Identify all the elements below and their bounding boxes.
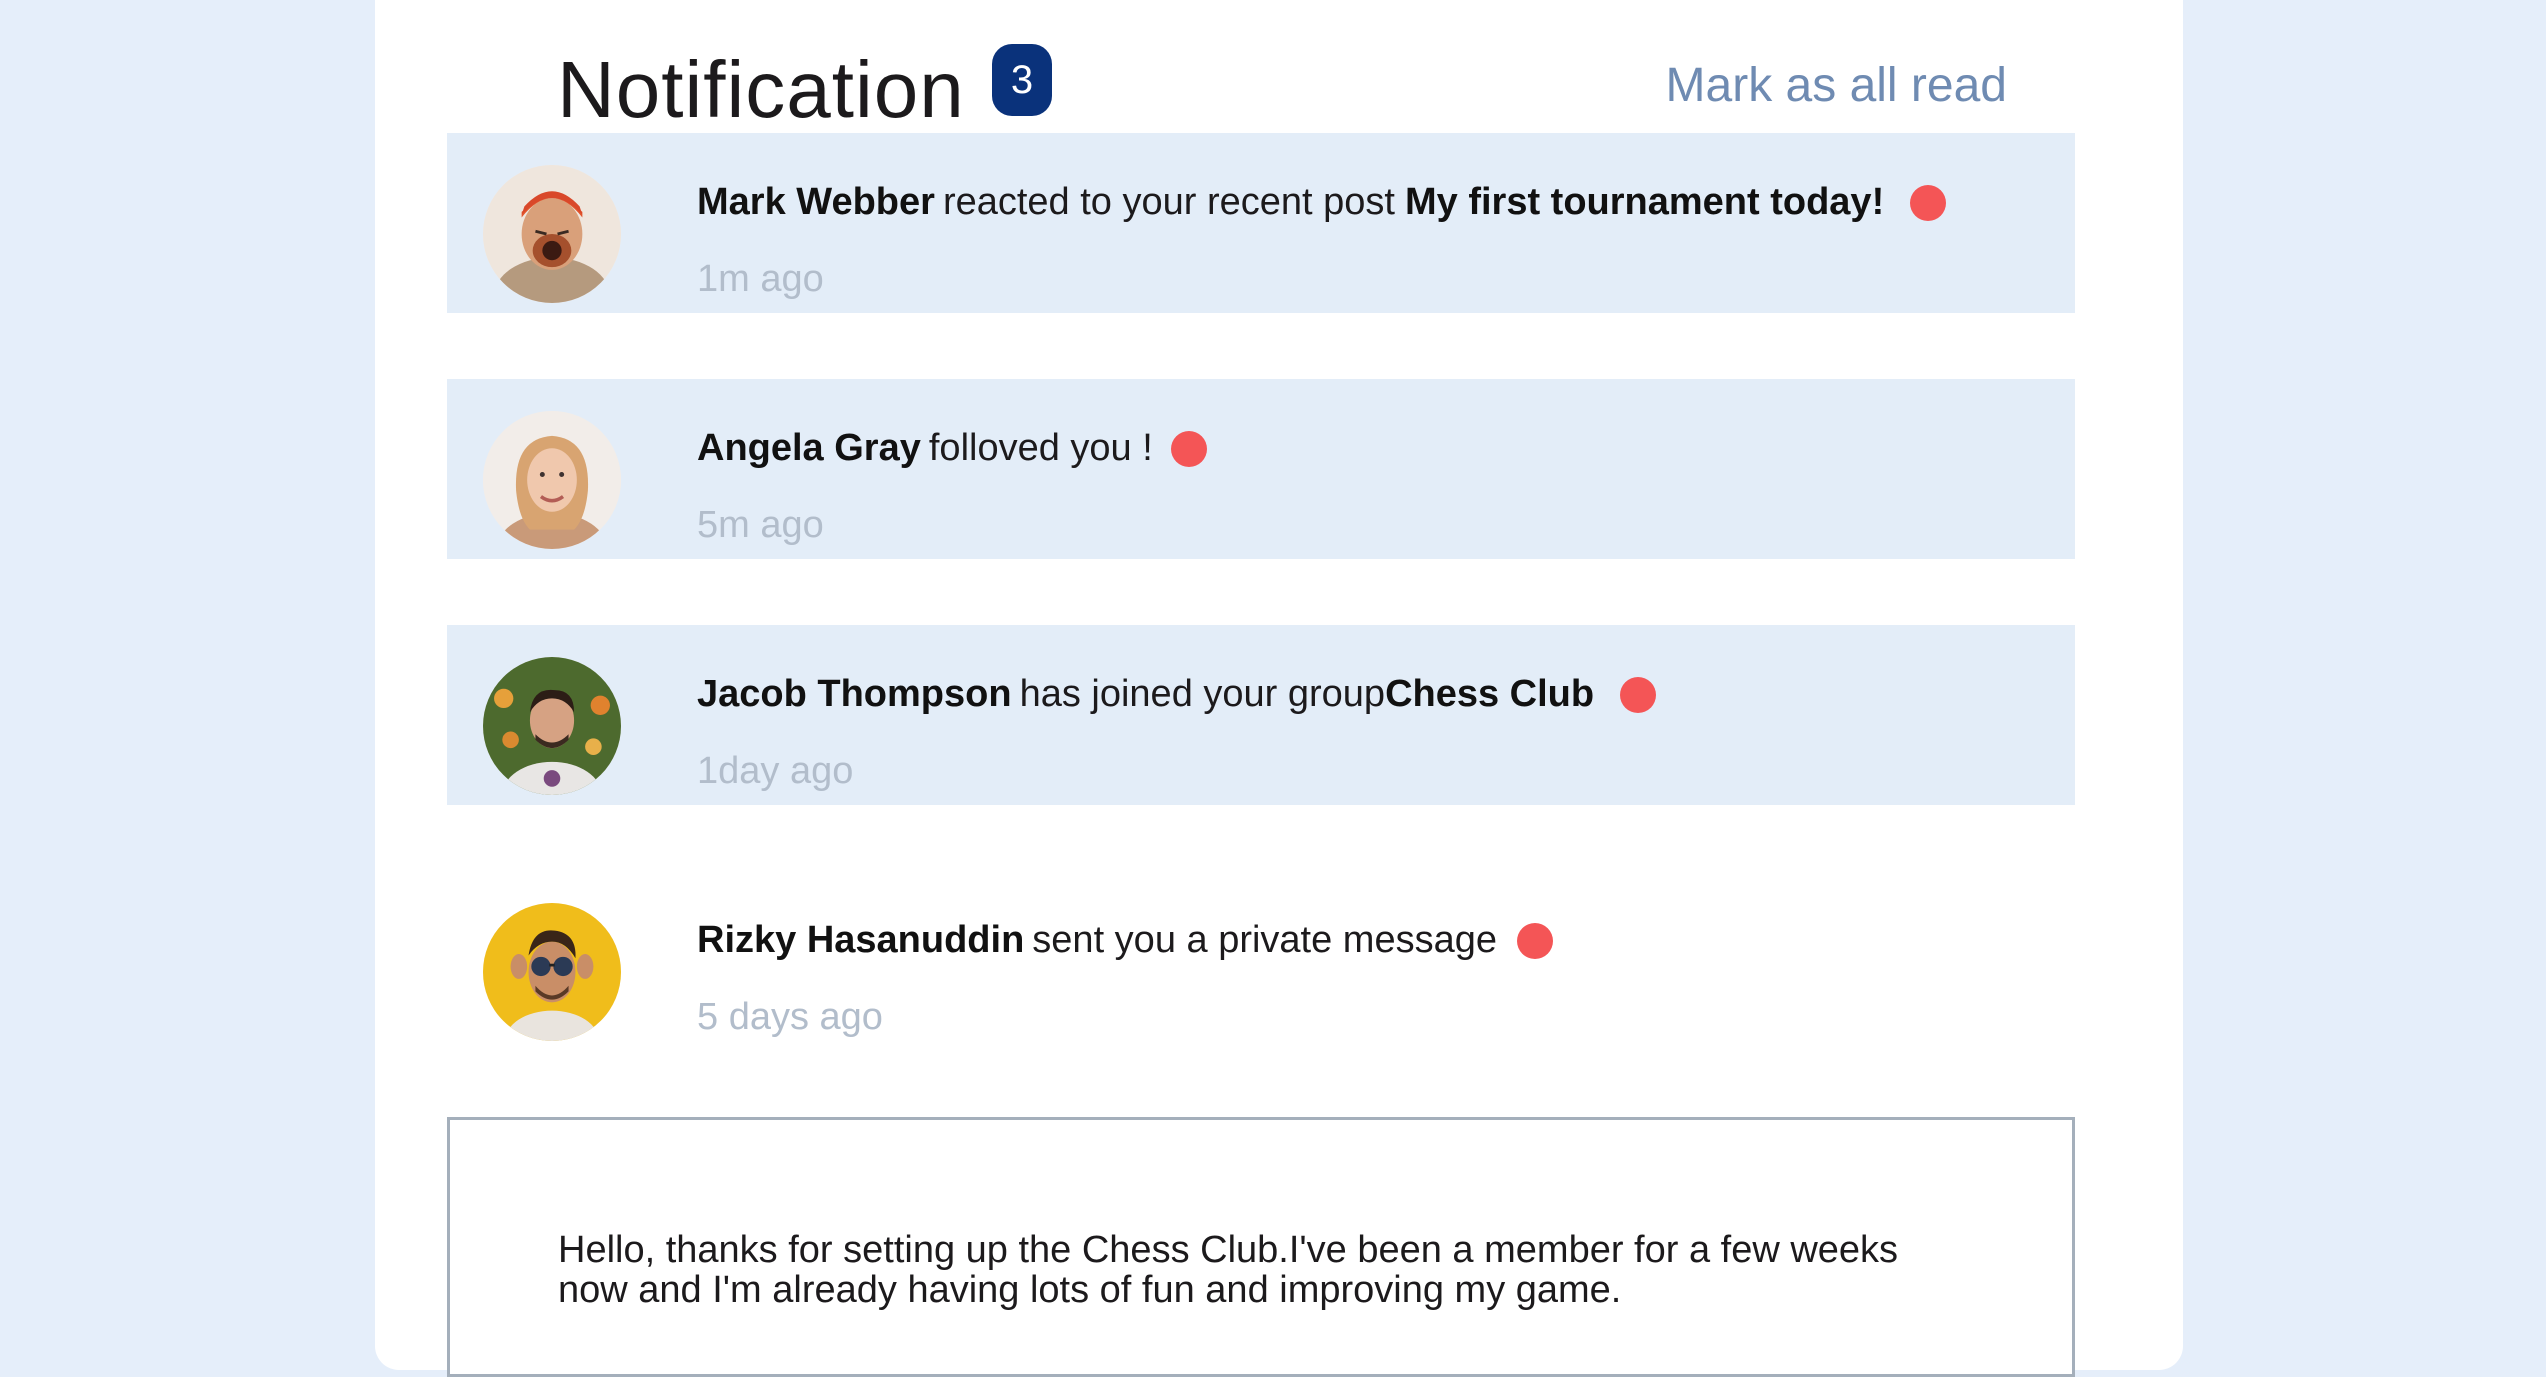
notification-item[interactable]: Mark Webber reacted to your recent post … [447,133,2075,313]
notification-action: folloved you ! [928,427,1153,469]
private-message-box[interactable]: Hello, thanks for setting up the Chess C… [447,1117,2075,1377]
notification-item[interactable]: Rizky Hasanuddin sent you a private mess… [447,871,2075,1051]
page-title: Notification [557,45,965,134]
notification-target[interactable]: Chess Club [1385,673,1594,716]
notification-action: has joined your group [1019,673,1386,715]
unread-dot-icon [1170,430,1207,467]
notification-time: 1m ago [697,258,824,300]
mark-all-read-button[interactable]: Mark as all read [1666,58,2007,113]
sender-name[interactable]: Angela Gray [697,427,921,470]
notification-text: Jacob Thompson has joined your group Che… [697,673,1657,716]
notification-time: 1day ago [697,750,854,792]
notification-text: Angela Gray folloved you ! [697,427,1207,470]
avatar-rizky-hasanuddin-icon[interactable] [483,903,621,1041]
unread-dot-icon [1910,184,1947,221]
private-message-text: Hello, thanks for setting up the Chess C… [558,1229,1899,1311]
notification-target[interactable]: My first tournament today! [1405,181,1884,224]
sender-name[interactable]: Mark Webber [697,181,935,224]
unread-dot-icon [1517,922,1553,959]
unread-dot-icon [1620,676,1657,713]
notification-action: reacted to your recent post [942,181,1395,223]
unread-count-badge: 3 [992,44,1052,116]
notification-item[interactable]: Jacob Thompson has joined your group Che… [447,625,2075,805]
avatar-jacob-thompson-icon[interactable] [483,657,621,795]
avatar-mark-webber-icon[interactable] [483,165,621,303]
avatar-angela-gray-icon[interactable] [483,411,621,549]
notification-time: 5m ago [697,504,824,546]
notification-list: Mark Webber reacted to your recent post … [447,133,2075,1117]
notification-text: Rizky Hasanuddin sent you a private mess… [697,919,1553,962]
notification-time: 5 days ago [697,996,883,1038]
notification-card: Notification 3 Mark as all read Mark Web… [375,0,2183,1377]
notification-text: Mark Webber reacted to your recent post … [697,181,1947,224]
notification-item[interactable]: Angela Gray folloved you ! 5m ago [447,379,2075,559]
sender-name[interactable]: Rizky Hasanuddin [697,919,1024,962]
notification-action: sent you a private message [1032,919,1497,961]
sender-name[interactable]: Jacob Thompson [697,673,1012,716]
